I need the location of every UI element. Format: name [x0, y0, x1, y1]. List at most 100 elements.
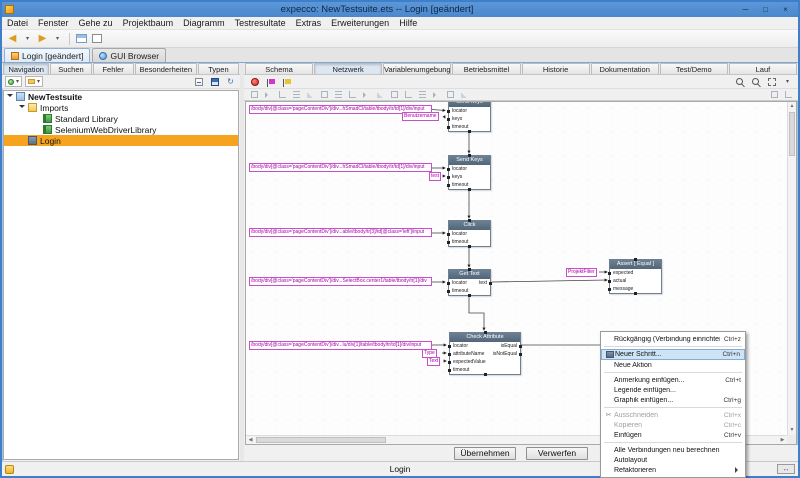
- align-middle-icon[interactable]: [346, 90, 358, 100]
- forward-dropdown-icon[interactable]: ▾: [51, 32, 64, 46]
- tab-suchen[interactable]: Suchen: [50, 63, 91, 74]
- tab-netzwerk[interactable]: Netzwerk: [314, 63, 382, 74]
- title-bar[interactable]: expecco: NewTestsuite.ets -- Login [geän…: [2, 2, 798, 17]
- pin-isnotequal-out[interactable]: isNotEqual: [493, 351, 517, 357]
- menu-item-einfuegen[interactable]: Einfügen Ctrl+v: [601, 430, 745, 440]
- pin-actual[interactable]: actual: [613, 278, 626, 284]
- minimap-icon[interactable]: [782, 90, 794, 100]
- expand-all-icon[interactable]: [192, 75, 205, 89]
- connector-tool-icon[interactable]: [262, 90, 274, 100]
- menu-item-undo[interactable]: Rückgängig (Verbindung einrichten) Ctrl+…: [601, 334, 745, 344]
- history-back-icon[interactable]: ◀: [6, 32, 19, 46]
- pin-locator[interactable]: locator: [452, 280, 467, 286]
- menu-item-anmerkung-einfuegen[interactable]: Anmerkung einfügen... Ctrl+t: [601, 375, 745, 385]
- to-back-icon[interactable]: [444, 90, 456, 100]
- same-size-icon[interactable]: [402, 90, 414, 100]
- pin-timeout[interactable]: timeout: [452, 124, 468, 130]
- horizontal-scroll-thumb[interactable]: [256, 437, 386, 443]
- menu-item-neue-aktion[interactable]: Neue Aktion: [601, 360, 745, 370]
- pin-attributename[interactable]: attributeName: [453, 351, 484, 357]
- pin-locator[interactable]: locator: [453, 343, 468, 349]
- zoom-dropdown-icon[interactable]: ▾: [781, 75, 794, 89]
- scroll-left-icon[interactable]: ◀: [246, 436, 255, 444]
- pin-timeout[interactable]: timeout: [453, 367, 469, 373]
- align-bottom-icon[interactable]: [360, 90, 372, 100]
- zoom-out-icon[interactable]: [733, 75, 746, 89]
- maximize-button[interactable]: □: [756, 4, 775, 16]
- grid-snap-icon[interactable]: [416, 90, 428, 100]
- tab-gui-browser[interactable]: GUI Browser: [92, 48, 166, 62]
- align-right-icon[interactable]: [318, 90, 330, 100]
- to-front-icon[interactable]: [430, 90, 442, 100]
- menu-item-ausschneiden[interactable]: ✂ Ausschneiden Ctrl+x: [601, 410, 745, 420]
- menu-hilfe[interactable]: Hilfe: [394, 17, 422, 30]
- zoom-in-icon[interactable]: [749, 75, 762, 89]
- tab-login[interactable]: Login [geändert]: [4, 48, 90, 62]
- value-label-test[interactable]: test: [429, 172, 441, 181]
- tab-variablenumgebung[interactable]: Variablenumgebung: [383, 63, 451, 74]
- scroll-up-icon[interactable]: ▲: [788, 102, 796, 111]
- tree-item-imports[interactable]: Imports: [4, 102, 238, 113]
- pin-expected[interactable]: expected: [613, 270, 633, 276]
- project-overview-icon[interactable]: [90, 32, 103, 46]
- menu-diagramm[interactable]: Diagramm: [178, 17, 230, 30]
- block-assert-equal[interactable]: Assert [ Equal ] expected actual message: [609, 259, 662, 294]
- pin-isequal-out[interactable]: isEqual: [501, 343, 517, 349]
- menu-item-verbindungen-neu-berechnen[interactable]: Alle Verbindungen neu berechnen: [601, 445, 745, 455]
- menu-testresultate[interactable]: Testresultate: [230, 17, 291, 30]
- group-icon[interactable]: [458, 90, 470, 100]
- close-button[interactable]: ×: [776, 4, 795, 16]
- discard-button[interactable]: Verwerfen: [526, 447, 588, 460]
- scroll-right-icon[interactable]: ▶: [778, 436, 787, 444]
- align-center-icon[interactable]: [304, 90, 316, 100]
- menu-extras[interactable]: Extras: [291, 17, 327, 30]
- pin-message[interactable]: message: [613, 286, 633, 292]
- tab-dokumentation[interactable]: Dokumentation: [591, 63, 659, 74]
- layers-icon[interactable]: [768, 90, 780, 100]
- xpath-label-3[interactable]: /body/div[@class='pageContentDiv']/div..…: [249, 228, 432, 237]
- tab-historie[interactable]: Historie: [522, 63, 590, 74]
- pin-timeout[interactable]: timeout: [452, 182, 468, 188]
- pointer-tool-icon[interactable]: [248, 90, 260, 100]
- reload-icon[interactable]: ↻: [224, 75, 237, 89]
- tree-item-login[interactable]: Login: [4, 135, 238, 146]
- pin-keys[interactable]: keys: [452, 174, 462, 180]
- minimize-button[interactable]: ─: [736, 4, 755, 16]
- xpath-label-5[interactable]: /body/div[@class='pageContentDiv']/div..…: [249, 341, 432, 350]
- menu-erweiterungen[interactable]: Erweiterungen: [326, 17, 394, 30]
- expander-icon[interactable]: [7, 92, 16, 101]
- menu-gehe-zu[interactable]: Gehe zu: [74, 17, 118, 30]
- xpath-label-2[interactable]: /body/div[@class='pageContentDiv']/div..…: [249, 163, 432, 172]
- menu-datei[interactable]: Datei: [2, 17, 33, 30]
- flag-magenta-icon[interactable]: [264, 75, 277, 89]
- menu-item-refaktorieren[interactable]: Refaktorieren: [601, 465, 745, 475]
- tab-betriebsmittel[interactable]: Betriebsmittel: [452, 63, 520, 74]
- xpath-label-4[interactable]: /body/div[@class='pageContentDiv']/div..…: [249, 277, 432, 286]
- pin-timeout[interactable]: timeout: [452, 288, 468, 294]
- align-left-icon[interactable]: [290, 90, 302, 100]
- apply-button[interactable]: Übernehmen: [454, 447, 516, 460]
- menu-fenster[interactable]: Fenster: [33, 17, 74, 30]
- menu-item-autolayout[interactable]: Autolayout: [601, 455, 745, 465]
- record-icon[interactable]: [248, 75, 261, 89]
- resize-grip[interactable]: ↔: [777, 464, 795, 474]
- distribute-vertical-icon[interactable]: [388, 90, 400, 100]
- pin-expectedvalue[interactable]: expectedValue: [453, 359, 486, 365]
- block-click[interactable]: Click locator timeout: [448, 220, 491, 247]
- back-dropdown-icon[interactable]: ▾: [21, 32, 34, 46]
- menu-item-legende-einfuegen[interactable]: Legende einfügen...: [601, 385, 745, 395]
- menu-item-graphik-einfuegen[interactable]: Graphik einfügen... Ctrl+g: [601, 395, 745, 405]
- tab-typen[interactable]: Typen: [198, 63, 239, 74]
- scroll-down-icon[interactable]: ▼: [788, 426, 796, 435]
- tab-fehler[interactable]: Fehler: [93, 63, 134, 74]
- save-icon[interactable]: [208, 75, 221, 89]
- tree-filter-combo[interactable]: ▾: [5, 76, 22, 87]
- flag-yellow-icon[interactable]: [280, 75, 293, 89]
- tree-view-combo[interactable]: ▾: [25, 76, 43, 87]
- menu-item-neuer-schritt[interactable]: Neuer Schritt... Ctrl+n: [601, 349, 745, 360]
- attr-value-label[interactable]: Text: [427, 357, 440, 366]
- vertical-scroll-thumb[interactable]: [789, 112, 795, 156]
- menu-projektbaum[interactable]: Projektbaum: [118, 17, 179, 30]
- tree-item-standard-library[interactable]: Standard Library: [4, 113, 238, 124]
- pin-locator[interactable]: locator: [452, 108, 467, 114]
